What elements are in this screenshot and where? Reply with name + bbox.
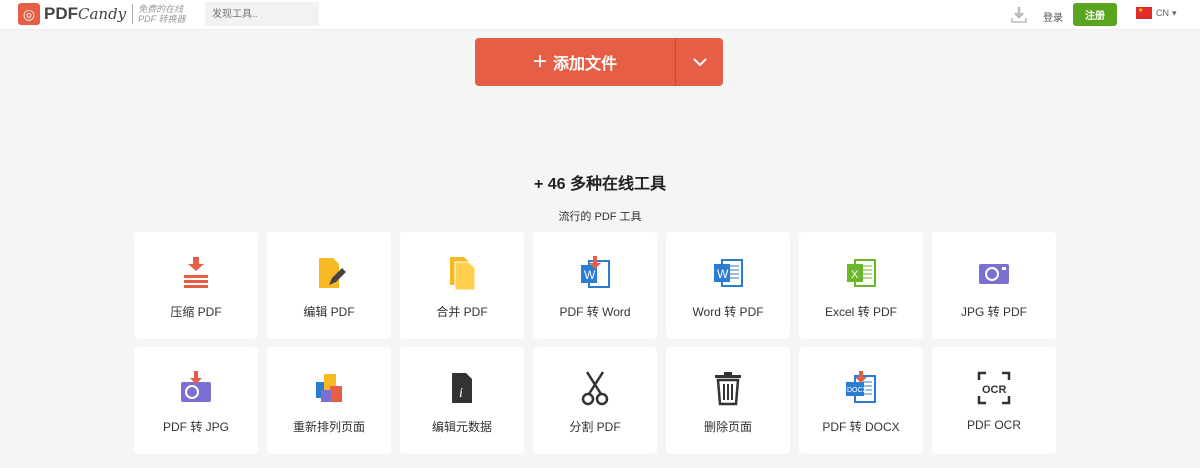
tool-card[interactable]: 编辑 PDF <box>267 232 391 339</box>
tool-label: 编辑元数据 <box>431 420 492 434</box>
trash-icon <box>715 372 741 406</box>
tool-label: Word 转 PDF <box>692 305 764 319</box>
china-flag-icon <box>1136 7 1152 19</box>
tool-card[interactable]: 删除页面 <box>666 347 790 454</box>
add-files-label: 添加文件 <box>553 56 618 73</box>
logo[interactable]: ◎ PDFCandy 免费的在线 PDF 转换器 <box>18 3 186 25</box>
tool-card[interactable]: X Excel 转 PDF <box>799 232 923 339</box>
tool-card[interactable]: PDF 转 JPG <box>134 347 258 454</box>
tool-label: Excel 转 PDF <box>824 305 897 319</box>
tagline: 免费的在线 PDF 转换器 <box>132 4 186 24</box>
tool-card[interactable]: DOCX PDF 转 DOCX <box>799 347 923 454</box>
tool-label: 重新排列页面 <box>292 420 365 434</box>
svg-text:W: W <box>717 267 729 281</box>
tagline-line-2: PDF 转换器 <box>138 14 186 24</box>
tool-card[interactable]: W Word 转 PDF <box>666 232 790 339</box>
svg-text:OCR: OCR <box>982 384 1007 396</box>
add-files-button-group: + 添加文件 <box>475 38 723 86</box>
tool-label: 删除页面 <box>703 420 752 434</box>
metadata-icon: i <box>452 373 472 403</box>
tool-label: PDF 转 JPG <box>162 420 229 434</box>
pdf-to-image-icon <box>181 371 211 402</box>
tool-card[interactable]: 压缩 PDF <box>134 232 258 339</box>
tools-title: + 46 多种在线工具 <box>533 176 667 193</box>
scissors-icon <box>581 371 609 406</box>
edit-icon <box>319 258 346 288</box>
rearrange-icon <box>316 374 342 402</box>
ocr-icon: OCR <box>977 371 1011 405</box>
image-icon <box>979 264 1009 284</box>
tool-label: 编辑 PDF <box>303 305 355 319</box>
tool-label: JPG 转 PDF <box>960 305 1027 319</box>
language-label: CN <box>1156 8 1169 18</box>
login-link[interactable]: 登录 <box>1043 9 1063 24</box>
add-files-dropdown[interactable] <box>675 38 723 86</box>
pdf-to-word-icon: W <box>581 256 610 288</box>
tools-grid: 压缩 PDF 编辑 PDF 合并 PDF W PDF 转 Word W Word 转 PDF… <box>134 232 1056 454</box>
docx-icon: DOCX <box>846 371 876 403</box>
download-icon[interactable] <box>1010 6 1028 24</box>
register-button[interactable]: 注册 <box>1073 3 1117 26</box>
header: ◎ PDFCandy 免费的在线PDF 转换器 登录 注册 CN▾ <box>0 0 1200 30</box>
tool-card[interactable]: 重新排列页面 <box>267 347 391 454</box>
tool-card[interactable]: OCR PDF OCR <box>932 347 1056 454</box>
plus-icon: + <box>532 48 547 75</box>
tool-card[interactable]: 分割 PDF <box>533 347 657 454</box>
tool-label: PDF 转 Word <box>559 305 631 319</box>
word-icon: W <box>714 259 743 287</box>
tool-label: PDF 转 DOCX <box>822 420 900 434</box>
tool-label: 压缩 PDF <box>170 305 222 319</box>
caret-down-icon: ▾ <box>1172 7 1177 18</box>
svg-text:DOCX: DOCX <box>847 387 868 394</box>
tool-card[interactable]: W PDF 转 Word <box>533 232 657 339</box>
search-input[interactable] <box>205 2 319 26</box>
svg-text:i: i <box>459 386 463 401</box>
popular-tools-heading: 流行的 PDF 工具 <box>558 211 642 223</box>
chevron-down-icon <box>692 58 707 67</box>
add-files-button[interactable]: + 添加文件 <box>475 38 675 86</box>
svg-text:X: X <box>851 269 859 281</box>
candy-logo-icon: ◎ <box>18 3 40 25</box>
tool-label: 分割 PDF <box>569 420 621 434</box>
excel-icon: X <box>847 259 876 287</box>
tagline-line-1: 免费的在线 <box>138 4 184 14</box>
logo-text: PDFCandy <box>44 4 127 23</box>
svg-text:W: W <box>584 268 596 282</box>
tool-card[interactable]: 合并 PDF <box>400 232 524 339</box>
language-selector[interactable]: CN▾ <box>1136 7 1177 19</box>
tool-label: 合并 PDF <box>436 305 488 319</box>
compress-icon <box>184 257 208 288</box>
tool-card[interactable]: i 编辑元数据 <box>400 347 524 454</box>
tool-label: PDF OCR <box>967 418 1021 432</box>
merge-icon <box>450 257 476 291</box>
tool-card[interactable]: JPG 转 PDF <box>932 232 1056 339</box>
